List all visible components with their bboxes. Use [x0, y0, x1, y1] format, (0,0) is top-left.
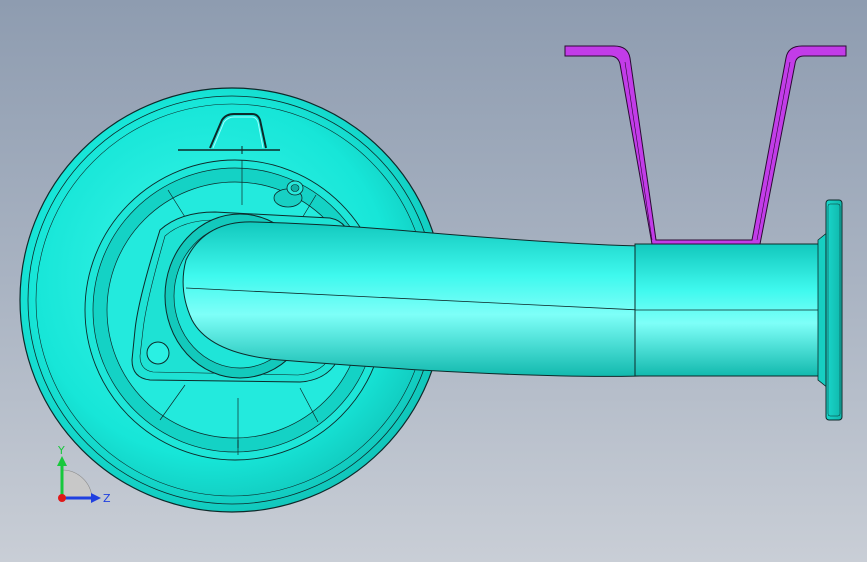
coordinate-triad: Y Z [40, 440, 120, 520]
z-axis-label: Z [103, 492, 111, 505]
end-flange[interactable] [817, 199, 843, 421]
y-axis-arrowhead [57, 456, 67, 466]
z-axis-arrowhead [91, 493, 101, 503]
exhaust-pipe[interactable] [182, 221, 822, 377]
support-bracket[interactable] [564, 45, 847, 245]
y-axis-label: Y [57, 444, 65, 457]
cad-3d-viewport[interactable]: Y Z [0, 0, 867, 562]
model-scene[interactable] [0, 0, 867, 562]
triad-plane [61, 469, 93, 499]
x-axis-dot [58, 494, 66, 502]
